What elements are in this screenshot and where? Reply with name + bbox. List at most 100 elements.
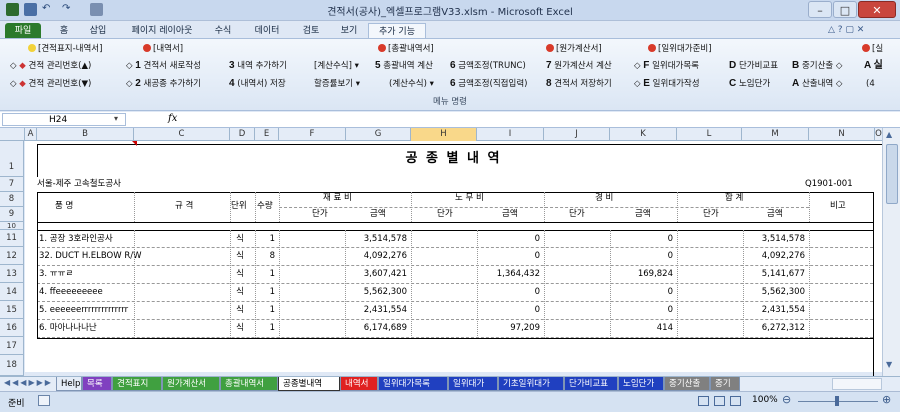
col-header-o[interactable]: O (875, 128, 882, 141)
close-icon[interactable]: ✕ (858, 1, 896, 18)
header-name: 품 명 (55, 201, 74, 211)
btn-surcharge-view[interactable]: 할증률보기 ▾ (314, 77, 360, 91)
formula-input[interactable] (184, 113, 896, 126)
page-layout-view-icon[interactable] (714, 396, 725, 406)
tab-add-ins[interactable]: 추가 기능 (368, 23, 426, 39)
tab-formulas[interactable]: 수식 (208, 23, 238, 39)
row-header[interactable]: 12 (0, 247, 24, 265)
row-header[interactable]: 17 (0, 337, 24, 355)
btn-price-compare[interactable]: D 단가비교표 (729, 59, 778, 73)
sheet-nav-arrows-icon[interactable]: ◀◀◀▶▶▶ (4, 378, 53, 387)
row-header[interactable]: 13 (0, 265, 24, 283)
btn-extra-2[interactable]: (4 (866, 77, 875, 91)
col-header-g[interactable]: G (346, 128, 411, 141)
worksheet-grid[interactable]: 공 종 별 내 역 서울-제주 고속철도공사 Q1901-001 품 명 규 격… (25, 141, 882, 380)
row-header[interactable]: 7 (0, 177, 24, 192)
sheet-tab[interactable]: 일위대가목록 (378, 377, 448, 391)
btn-extra-1[interactable]: A 실 (864, 59, 883, 73)
col-header-d[interactable]: D (230, 128, 255, 141)
btn-add-detail[interactable]: 3 내역 추가하기 (229, 59, 287, 73)
sheet-tab[interactable]: 단가비교표 (564, 377, 618, 391)
btn-new-estimate[interactable]: ◇ 1 견적서 새로작성 (126, 59, 201, 73)
btn-calc-formula-2[interactable]: (계산수식) ▾ (389, 77, 434, 91)
sheet-tab[interactable]: 일위대가 (448, 377, 498, 391)
sheet-tab[interactable]: Help (56, 377, 82, 391)
btn-amount-trunc[interactable]: 6 금액조정(TRUNC) (450, 59, 526, 73)
horizontal-scrollbar[interactable] (832, 378, 882, 390)
sheet-tab[interactable]: 중기산출 (664, 377, 710, 391)
row-header[interactable]: 1 (0, 141, 24, 177)
btn-save-detail[interactable]: 4 (내역서) 저장 (229, 77, 286, 91)
tab-view[interactable]: 보기 (334, 23, 364, 39)
btn-amount-direct[interactable]: 6 금액조정(직접입력) (450, 77, 527, 91)
col-header-k[interactable]: K (610, 128, 677, 141)
zoom-out-icon[interactable]: ⊖ (782, 393, 791, 406)
vertical-scrollbar[interactable]: ▲ ▼ (882, 128, 900, 376)
row-header[interactable]: 9 (0, 207, 24, 222)
row-header[interactable]: 16 (0, 319, 24, 337)
sheet-tab[interactable]: 중기 (710, 377, 740, 391)
sheet-tab[interactable]: 목록 (82, 377, 112, 391)
btn-calc-detail[interactable]: A 산출내역 ◇ (792, 77, 842, 91)
btn-unitprice-list[interactable]: ◇ F 일위대가목록 (634, 59, 699, 73)
sheet-tab[interactable]: 기초일위대가 (498, 377, 564, 391)
row-header[interactable]: 8 (0, 192, 24, 207)
btn-calc-formula[interactable]: [계산수식] ▾ (314, 59, 359, 73)
border-line (255, 192, 256, 222)
normal-view-icon[interactable] (698, 396, 709, 406)
btn-labor-rate[interactable]: C 노임단가 (729, 77, 770, 91)
tab-data[interactable]: 데이터 (248, 23, 286, 39)
btn-add-work-type[interactable]: ◇ 2 새공종 추가하기 (126, 77, 201, 91)
ribbon-controls-icons[interactable]: △ ? ▢ ✕ (828, 25, 864, 35)
minimize-icon[interactable]: – (808, 1, 832, 18)
btn-summary-calc[interactable]: 5 총괄내역 계산 (375, 59, 433, 73)
sheet-tab[interactable]: 총괄내역서 (220, 377, 278, 391)
name-box[interactable]: H24 (2, 113, 126, 126)
btn-cost-calc[interactable]: 7 원가계산서 계산 (546, 59, 612, 73)
sheet-tab[interactable]: 원가계산서 (162, 377, 220, 391)
zoom-in-icon[interactable]: ⊕ (882, 393, 891, 406)
col-header-n[interactable]: N (809, 128, 875, 141)
group-header-cover: [견적표지-내역서] (28, 42, 102, 56)
page-break-view-icon[interactable] (730, 396, 741, 406)
scroll-down-icon[interactable]: ▼ (886, 360, 892, 369)
scroll-up-icon[interactable]: ▲ (886, 130, 892, 139)
col-header-h[interactable]: H (411, 128, 477, 141)
tab-home[interactable]: 홈 (52, 23, 76, 39)
col-header-l[interactable]: L (677, 128, 742, 141)
select-all-corner[interactable] (0, 128, 25, 141)
scrollbar-thumb[interactable] (886, 144, 898, 204)
sheet-tab[interactable]: 견적표지 (112, 377, 162, 391)
col-header-f[interactable]: F (279, 128, 346, 141)
btn-estimate-no-up[interactable]: ◇ ◆ 견적 관리번호(▲) (10, 59, 91, 73)
btn-estimate-no-down[interactable]: ◇ ◆ 견적 관리번호(▼) (10, 77, 91, 91)
macro-record-icon[interactable] (38, 395, 50, 406)
maximize-icon[interactable]: □ (833, 1, 857, 18)
col-header-e[interactable]: E (255, 128, 279, 141)
chevron-down-icon[interactable]: ▾ (114, 114, 118, 123)
fx-icon[interactable]: fx (168, 113, 177, 124)
row-header[interactable]: 18 (0, 355, 24, 376)
tab-page-layout[interactable]: 페이지 레이아웃 (124, 23, 200, 39)
zoom-level[interactable]: 100% (752, 395, 778, 405)
tab-review[interactable]: 검토 (296, 23, 326, 39)
row-header[interactable]: 15 (0, 301, 24, 319)
btn-save-estimate[interactable]: 8 견적서 저장하기 (546, 77, 612, 91)
col-header-c[interactable]: C (134, 128, 230, 141)
sheet-tab[interactable]: 노임단가 (618, 377, 664, 391)
sheet-tab[interactable]: 내역서 (340, 377, 378, 391)
col-header-b[interactable]: B (37, 128, 134, 141)
col-header-m[interactable]: M (742, 128, 809, 141)
row-header[interactable]: 11 (0, 230, 24, 247)
row-header[interactable]: 14 (0, 283, 24, 301)
col-header-j[interactable]: J (544, 128, 610, 141)
row-header[interactable]: 10 (0, 222, 24, 230)
col-header-a[interactable]: A (25, 128, 37, 141)
zoom-slider-thumb[interactable] (835, 396, 839, 406)
col-header-i[interactable]: I (477, 128, 544, 141)
btn-equipment-calc[interactable]: B 중기산출 ◇ (792, 59, 842, 73)
tab-file[interactable]: 파일 (5, 23, 41, 39)
tab-insert[interactable]: 삽입 (84, 23, 112, 39)
sheet-tab[interactable]: 공종별내역 (278, 377, 340, 391)
btn-unitprice-create[interactable]: ◇ E 일위대가작성 (634, 77, 700, 91)
